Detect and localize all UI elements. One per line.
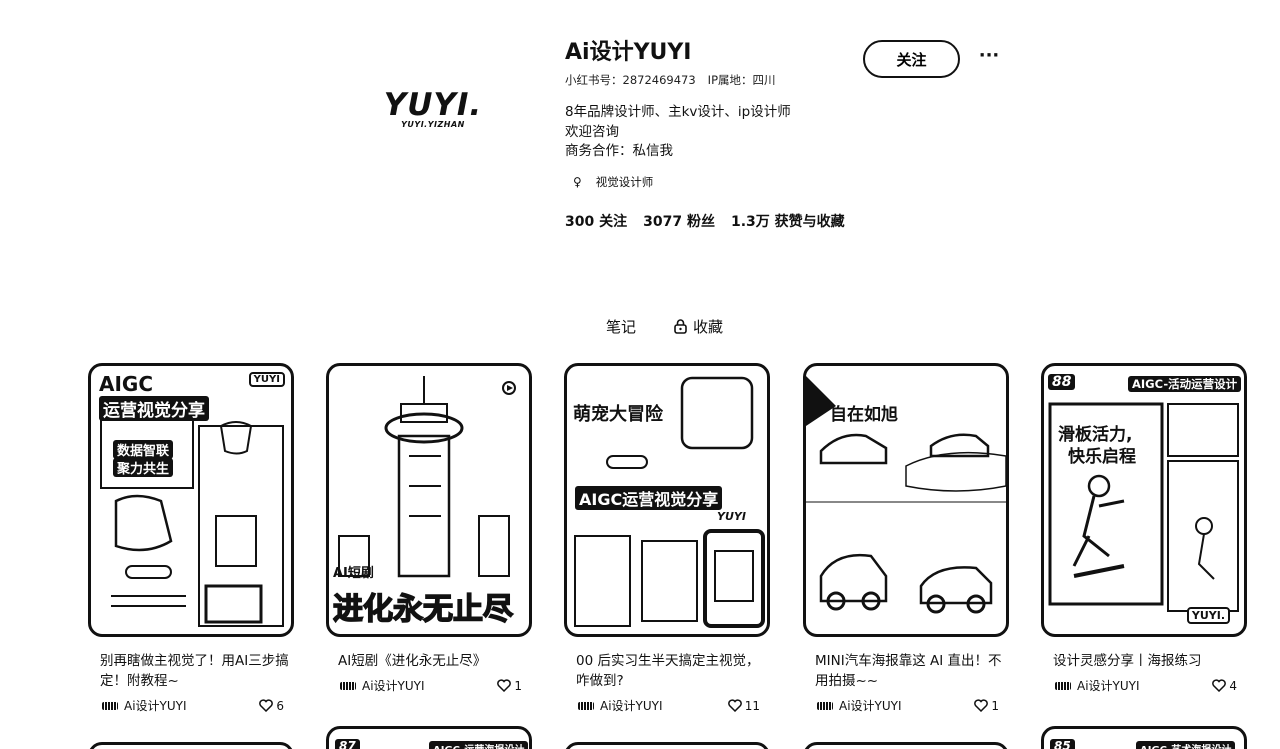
like-button[interactable]: 1 bbox=[497, 679, 522, 693]
follow-button[interactable]: 关注 bbox=[863, 40, 960, 78]
more-options-icon[interactable]: ··· bbox=[975, 45, 1003, 71]
heart-icon bbox=[727, 699, 742, 712]
cover-text: 快乐启程 bbox=[1068, 447, 1136, 467]
cover-text: AIGC-艺术海报设计 bbox=[1136, 741, 1236, 749]
cover-text: 85 bbox=[1050, 739, 1075, 749]
note-cover[interactable]: 85 AIGC-艺术海报设计 bbox=[1041, 726, 1247, 749]
note-meta: Ai设计YUYI 1 bbox=[326, 677, 532, 694]
note-cover[interactable] bbox=[564, 742, 770, 749]
profile-id: 小红书号：2872469473 bbox=[565, 73, 696, 87]
author-name: Ai设计YUYI bbox=[1077, 679, 1140, 693]
author-name: Ai设计YUYI bbox=[362, 679, 425, 693]
profile-avatar-logo[interactable]: YUYI. YUYI.YIZHAN bbox=[372, 88, 494, 129]
like-count: 1 bbox=[991, 698, 999, 713]
note-cover[interactable]: 88 AIGC-活动运营设计 滑板活力, 快乐启程 YUYI. bbox=[1041, 363, 1247, 637]
profile-bio: 8年品牌设计师、主kv设计、ip设计师 欢迎咨询 商务合作：私信我 bbox=[565, 103, 865, 162]
bio-line: 商务合作：私信我 bbox=[565, 143, 673, 159]
lock-icon bbox=[674, 319, 687, 334]
note-meta: Ai设计YUYI 1 bbox=[803, 697, 1009, 714]
like-count: 4 bbox=[1229, 678, 1237, 693]
following-count[interactable]: 300 关注 bbox=[565, 211, 627, 231]
profile-info: Ai设计YUYI 小红书号：2872469473 IP属地：四川 8年品牌设计师… bbox=[565, 38, 865, 231]
author-name: Ai设计YUYI bbox=[600, 699, 663, 713]
author-name: Ai设计YUYI bbox=[124, 699, 187, 713]
likes-collects-count: 1.3万 获赞与收藏 bbox=[730, 213, 845, 230]
note-card[interactable]: 88 AIGC-活动运营设计 滑板活力, 快乐启程 YUYI. 设计灵感分享丨海… bbox=[1041, 363, 1247, 694]
cover-text: 数据智联 bbox=[113, 440, 174, 459]
profile-ids: 小红书号：2872469473 IP属地：四川 bbox=[565, 72, 865, 88]
cover-text: AI短剧 bbox=[333, 566, 374, 581]
profile-ip: IP属地：四川 bbox=[707, 73, 776, 87]
cover-text: AIGC bbox=[99, 372, 154, 396]
bio-line: 欢迎咨询 bbox=[565, 123, 619, 140]
cover-text: 运营视觉分享 bbox=[99, 396, 209, 421]
followers-count[interactable]: 3077 粉丝 bbox=[643, 211, 715, 231]
author-name: Ai设计YUYI bbox=[839, 699, 902, 713]
note-card[interactable]: 萌宠大冒险 AIGC运营视觉分享 YUYI 00 后实习生半天搞定主视觉，咋做到… bbox=[564, 363, 770, 714]
like-button[interactable]: 11 bbox=[727, 698, 760, 713]
note-cover[interactable]: 自在如旭 bbox=[803, 363, 1009, 637]
cover-text: YUYI bbox=[717, 510, 746, 523]
note-title[interactable]: 别再瞎做主视觉了！用AI三步搞定！附教程~ bbox=[88, 651, 294, 691]
note-author[interactable]: Ai设计YUYI bbox=[1055, 677, 1140, 694]
note-title[interactable]: 00 后实习生半天搞定主视觉，咋做到? bbox=[564, 651, 770, 691]
note-author[interactable]: Ai设计YUYI bbox=[578, 697, 663, 714]
like-count: 6 bbox=[276, 698, 284, 713]
tab-notes[interactable]: 笔记 bbox=[606, 316, 636, 337]
author-avatar bbox=[1055, 681, 1071, 690]
tab-collections[interactable]: 收藏 bbox=[674, 316, 723, 337]
like-button[interactable]: 1 bbox=[974, 699, 999, 713]
profile-tag-label: 视觉设计师 bbox=[595, 174, 654, 189]
author-avatar bbox=[817, 701, 833, 710]
profile-stats: 300 关注 3077 粉丝 1.3万 获赞与收藏 bbox=[565, 211, 865, 231]
bio-line: 8年品牌设计师、主kv设计、ip设计师 bbox=[565, 104, 791, 120]
note-meta: Ai设计YUYI 4 bbox=[1041, 677, 1247, 694]
heart-icon bbox=[974, 699, 989, 712]
cover-illustration bbox=[1048, 402, 1239, 612]
note-author[interactable]: Ai设计YUYI bbox=[102, 697, 187, 714]
note-card[interactable]: AI短剧 进化永无止尽 AI短剧《进化永无止尽》 Ai设计YUYI 1 bbox=[326, 363, 532, 694]
cover-text: 自在如旭 bbox=[830, 405, 898, 425]
profile-tag: ♀ 视觉设计师 bbox=[565, 174, 865, 190]
heart-icon bbox=[1212, 679, 1227, 692]
author-avatar bbox=[102, 701, 118, 710]
profile-tabs: 笔记 收藏 bbox=[0, 316, 1280, 340]
note-meta: Ai设计YUYI 6 bbox=[88, 697, 294, 714]
cover-text: 88 bbox=[1048, 374, 1076, 390]
cover-text: AIGC运营视觉分享 bbox=[575, 486, 723, 510]
note-author[interactable]: Ai设计YUYI bbox=[817, 697, 902, 714]
cover-text: 聚力共生 bbox=[113, 458, 174, 477]
cover-badge: YUYI bbox=[248, 372, 285, 387]
profile-name: Ai设计YUYI bbox=[565, 40, 692, 65]
like-count: 1 bbox=[514, 678, 522, 693]
author-avatar bbox=[578, 701, 594, 710]
cover-text: AIGC-活动运营设计 bbox=[1128, 376, 1242, 392]
note-cover[interactable]: AI短剧 进化永无止尽 bbox=[326, 363, 532, 637]
note-card[interactable]: AIGC 运营视觉分享 YUYI 数据智联 聚力共生 别再瞎做主视觉了！用AI三… bbox=[88, 363, 294, 714]
tab-collections-label: 收藏 bbox=[693, 318, 724, 336]
heart-icon bbox=[259, 699, 274, 712]
cover-badge: YUYI. bbox=[1186, 607, 1230, 624]
note-author[interactable]: Ai设计YUYI bbox=[340, 677, 425, 694]
cover-text: 87 bbox=[335, 739, 360, 749]
note-cover[interactable] bbox=[803, 742, 1009, 749]
note-card[interactable]: 自在如旭 MINI汽车海报靠这 AI 直出！不用拍摄~~ Ai设计YUYI 1 bbox=[803, 363, 1009, 714]
like-button[interactable]: 4 bbox=[1212, 679, 1237, 693]
note-cover[interactable]: 萌宠大冒险 AIGC运营视觉分享 YUYI bbox=[564, 363, 770, 637]
heart-icon bbox=[497, 679, 512, 692]
cover-text: 萌宠大冒险 bbox=[573, 404, 663, 425]
female-icon: ♀ bbox=[573, 174, 582, 189]
note-cover[interactable]: AIGC 运营视觉分享 YUYI 数据智联 聚力共生 bbox=[88, 363, 294, 637]
note-cover[interactable] bbox=[88, 742, 294, 749]
logo-text: YUYI. bbox=[383, 87, 483, 123]
like-count: 11 bbox=[744, 698, 760, 713]
note-title[interactable]: MINI汽车海报靠这 AI 直出！不用拍摄~~ bbox=[803, 651, 1009, 691]
cover-text: AIGC-运营海报设计 bbox=[429, 741, 529, 749]
note-cover[interactable]: 87 AIGC-运营海报设计 bbox=[326, 726, 532, 749]
cover-text: 进化永无止尽 bbox=[332, 591, 514, 628]
like-button[interactable]: 6 bbox=[259, 699, 284, 713]
note-meta: Ai设计YUYI 11 bbox=[564, 697, 770, 714]
author-avatar bbox=[340, 681, 356, 690]
